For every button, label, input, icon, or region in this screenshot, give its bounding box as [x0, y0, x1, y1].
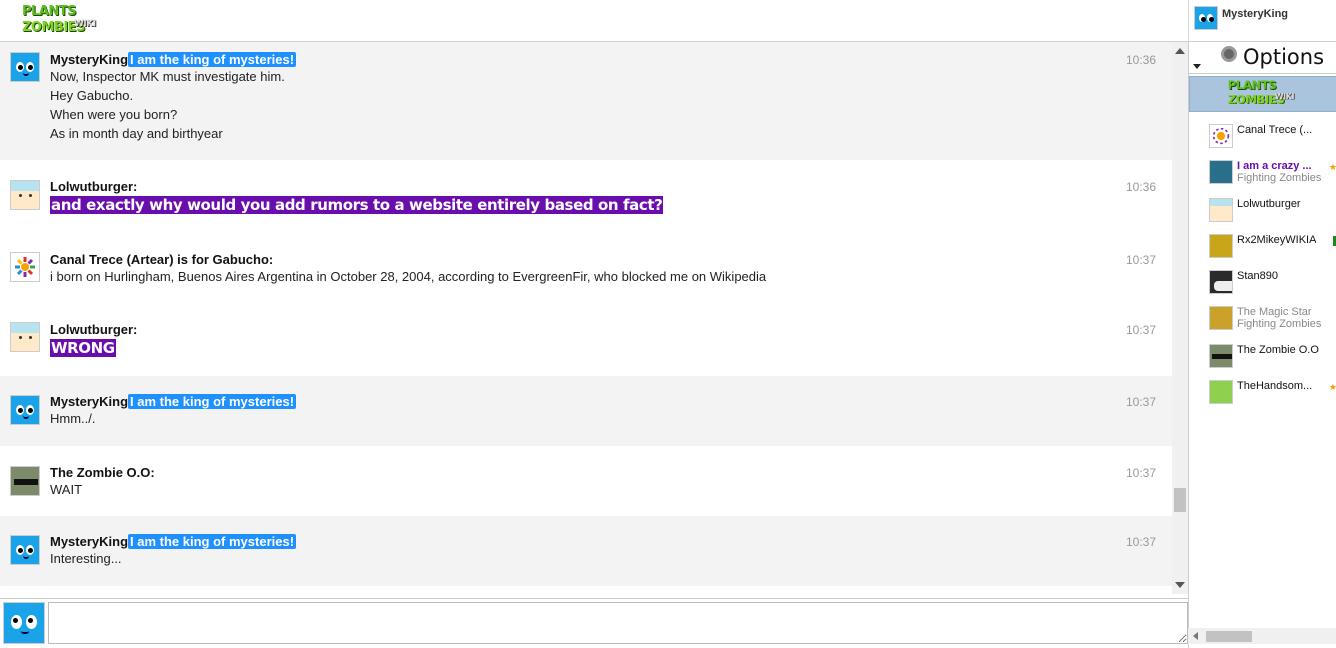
user-list-sidebar: Options PLANTS ZOMBIES WIKI Canal Trece … — [1188, 42, 1336, 648]
star-icon: ★ — [1328, 382, 1336, 392]
user-list-item[interactable]: TheHandsom... ★ — [1209, 380, 1336, 404]
user-list-item[interactable]: I am a crazy ... Fighting Zombies ★ — [1209, 160, 1336, 184]
header: PLANTS ZOMBIES WIKI MysteryKing — [0, 0, 1336, 42]
message-text: WAIT — [50, 482, 83, 497]
chat-message: Lolwutburger: and exactly why would you … — [0, 160, 1172, 230]
user-list-name: The Magic Star — [1237, 306, 1312, 318]
message-highlight-text: and exactly why would you add rumors to … — [50, 196, 664, 214]
user-tag: I am the king of mysteries! — [128, 394, 297, 409]
user-avatar[interactable] — [10, 395, 40, 425]
user-avatar — [1209, 234, 1233, 258]
logo-text-plants: PLANTS — [1227, 79, 1277, 93]
scrollbar-thumb[interactable] — [1206, 631, 1252, 642]
message-username[interactable]: Lolwutburger: — [50, 179, 663, 194]
options-button[interactable]: Options — [1189, 42, 1336, 74]
user-list-name: Lolwutburger — [1237, 198, 1301, 210]
user-avatar — [1209, 124, 1233, 148]
message-input[interactable] — [48, 602, 1188, 644]
chat-message: The Zombie O.O: WAIT 10:37 — [0, 446, 1172, 516]
message-timestamp: 10:36 — [1125, 53, 1156, 67]
scrollbar-thumb[interactable] — [1174, 488, 1186, 512]
user-avatar[interactable] — [10, 466, 40, 496]
options-label: Options — [1243, 45, 1325, 69]
message-timestamp: 10:37 — [1125, 253, 1156, 267]
sun-logo-icon — [1212, 127, 1230, 145]
header-divider — [1188, 0, 1189, 42]
current-user[interactable]: MysteryKing — [1194, 6, 1288, 30]
user-avatar — [1209, 160, 1233, 184]
user-list-item[interactable]: The Magic Star Fighting Zombies — [1209, 306, 1336, 330]
message-input-bar — [0, 598, 1188, 648]
current-user-avatar — [1194, 6, 1218, 30]
current-user-name: MysteryKing — [1222, 8, 1289, 20]
user-list-name: Rx2MikeyWIKIA — [1237, 234, 1317, 246]
user-avatar — [1209, 270, 1233, 294]
message-timestamp: 10:37 — [1125, 535, 1156, 549]
user-avatar — [1209, 306, 1233, 330]
user-list-item[interactable]: Lolwutburger — [1209, 198, 1336, 222]
message-username[interactable]: MysteryKing — [50, 394, 128, 409]
sun-logo-icon — [15, 257, 35, 277]
message-text: Now, Inspector MK must investigate him. — [50, 69, 285, 84]
user-list-name: Canal Trece (... — [1237, 124, 1313, 136]
wiki-logo[interactable]: PLANTS ZOMBIES WIKI — [20, 4, 96, 38]
sidebar-horizontal-scrollbar[interactable] — [1188, 628, 1336, 644]
user-list-item[interactable]: Stan890 — [1209, 270, 1336, 294]
chat-scrollbar[interactable] — [1172, 42, 1188, 594]
chat-message: Lolwutburger: WRONG 10:37 — [0, 300, 1172, 376]
user-list-name: TheHandsom... — [1237, 380, 1313, 392]
user-avatar[interactable] — [10, 322, 40, 352]
chat-message: MysteryKing I am the king of mysteries! N… — [0, 42, 1172, 160]
message-username[interactable]: Lolwutburger: — [50, 322, 137, 337]
message-text: Hey Gabucho. — [50, 88, 134, 103]
message-text: Hmm../. — [50, 411, 96, 426]
star-icon: ★ — [1328, 162, 1336, 172]
user-list-name: The Zombie O.O — [1237, 344, 1319, 356]
message-highlight-text: WRONG — [50, 339, 116, 357]
user-list-name: Stan890 — [1237, 270, 1278, 282]
message-text: i born on Hurlingham, Buenos Aires Argen… — [50, 269, 767, 284]
user-list-status: Fighting Zombies — [1237, 318, 1322, 330]
user-avatar — [1209, 344, 1233, 368]
logo-text-wiki: WIKI — [1274, 92, 1295, 102]
user-avatar — [1209, 380, 1233, 404]
logo-text-wiki: WIKI — [74, 19, 96, 29]
logo-text-plants: PLANTS — [22, 4, 76, 19]
chat-messages: MysteryKing I am the king of mysteries! N… — [0, 42, 1172, 592]
message-text: As in month day and birthyear — [50, 126, 223, 141]
scroll-down-icon[interactable] — [1175, 582, 1185, 588]
wiki-logo: PLANTS ZOMBIES WIKI — [1226, 79, 1295, 110]
user-tag: I am the king of mysteries! — [128, 534, 297, 549]
message-timestamp: 10:37 — [1125, 323, 1156, 337]
user-list-item[interactable]: Canal Trece (... — [1209, 124, 1336, 148]
scroll-left-icon[interactable] — [1193, 632, 1198, 640]
message-username[interactable]: MysteryKing — [50, 52, 128, 67]
user-avatar[interactable] — [10, 252, 40, 282]
user-list-item[interactable]: The Zombie O.O — [1209, 344, 1336, 368]
self-avatar — [3, 602, 45, 644]
user-list-status: Fighting Zombies — [1237, 172, 1322, 184]
message-username[interactable]: Canal Trece (Artear) is for Gabucho: — [50, 252, 766, 267]
user-avatar[interactable] — [10, 180, 40, 210]
chat-message: MysteryKing I am the king of mysteries! I… — [0, 516, 1172, 586]
room-header[interactable]: PLANTS ZOMBIES WIKI — [1189, 76, 1336, 112]
message-username[interactable]: The Zombie O.O: — [50, 465, 155, 480]
message-timestamp: 10:37 — [1125, 466, 1156, 480]
message-timestamp: 10:37 — [1125, 395, 1156, 409]
user-avatar — [1209, 198, 1233, 222]
chat-message: Canal Trece (Artear) is for Gabucho: i b… — [0, 230, 1172, 300]
user-list-item[interactable]: Rx2MikeyWIKIA — [1209, 234, 1336, 258]
message-text: When were you born? — [50, 107, 178, 122]
user-avatar[interactable] — [10, 52, 40, 82]
chat-message: MysteryKing I am the king of mysteries! H… — [0, 376, 1172, 446]
scroll-up-icon[interactable] — [1175, 48, 1185, 54]
user-avatar[interactable] — [10, 535, 40, 565]
message-username[interactable]: MysteryKing — [50, 534, 128, 549]
message-text: Interesting... — [50, 551, 122, 566]
chevron-down-icon[interactable] — [1193, 64, 1201, 69]
user-list-name: I am a crazy ... — [1237, 160, 1312, 172]
message-timestamp: 10:36 — [1125, 180, 1156, 194]
gear-icon — [1221, 46, 1237, 62]
user-tag: I am the king of mysteries! — [128, 52, 297, 67]
